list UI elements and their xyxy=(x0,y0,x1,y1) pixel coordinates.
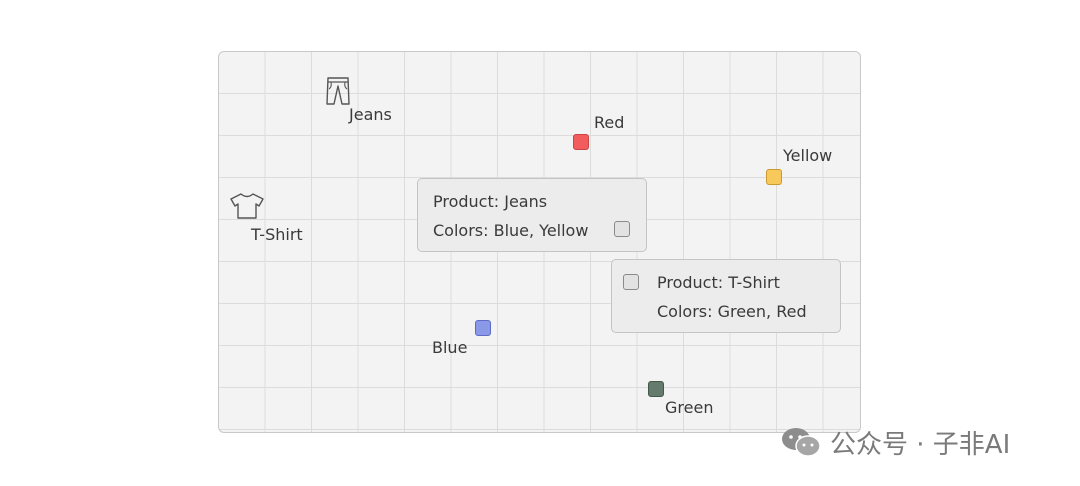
watermark: 公众号 · 子非AI xyxy=(780,422,1010,462)
green-label: Green xyxy=(665,398,714,417)
grid-canvas: Jeans T-Shirt Red Yellow Blue Green Prod… xyxy=(218,51,861,433)
red-label: Red xyxy=(594,113,625,132)
jeans-label: Jeans xyxy=(349,105,392,124)
wechat-icon xyxy=(782,428,821,457)
jeans-card-colors: Colors: Blue, Yellow xyxy=(433,221,589,240)
blue-swatch[interactable] xyxy=(475,320,491,336)
jeans-card-product: Product: Jeans xyxy=(433,192,548,211)
tshirt-icon xyxy=(230,193,264,219)
tshirt-card-product: Product: T-Shirt xyxy=(657,273,780,292)
tshirt-card-checkbox[interactable] xyxy=(623,274,639,290)
jeans-product-card: Product: Jeans Colors: Blue, Yellow xyxy=(417,178,647,252)
red-swatch[interactable] xyxy=(573,134,589,150)
yellow-label: Yellow xyxy=(783,146,833,165)
jeans-card-checkbox[interactable] xyxy=(614,221,630,237)
yellow-swatch[interactable] xyxy=(766,169,782,185)
green-swatch[interactable] xyxy=(648,381,664,397)
jeans-icon xyxy=(326,77,350,105)
tshirt-product-card: Product: T-Shirt Colors: Green, Red xyxy=(611,259,841,333)
tshirt-label: T-Shirt xyxy=(251,225,303,244)
tshirt-card-colors: Colors: Green, Red xyxy=(657,302,807,321)
blue-label: Blue xyxy=(432,338,468,357)
watermark-text: 公众号 · 子非AI xyxy=(830,429,1011,460)
